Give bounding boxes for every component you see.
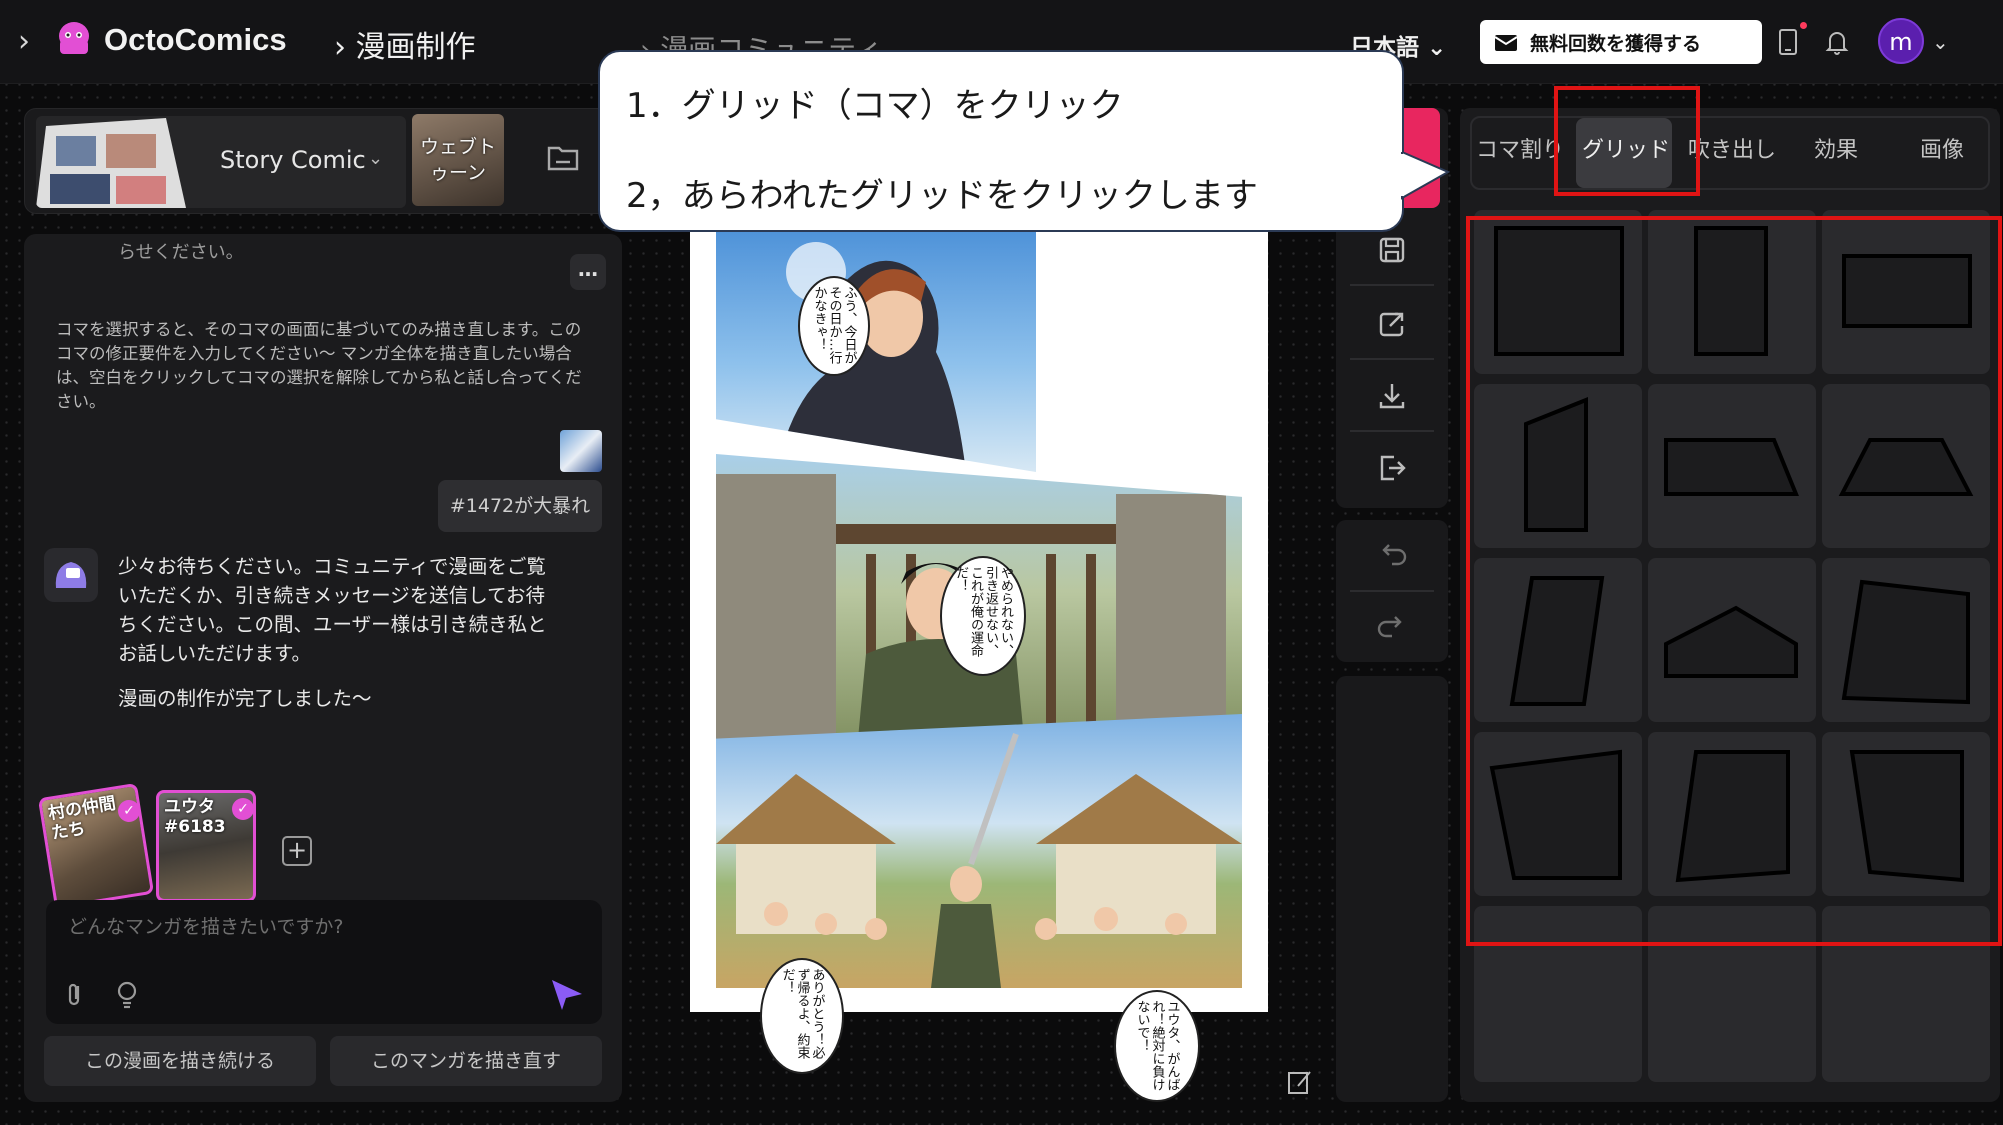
notification-dot <box>1800 22 1807 29</box>
edit-note-icon[interactable] <box>1286 1068 1314 1096</box>
brand-name[interactable]: OctoComics <box>104 22 287 58</box>
paperclip-icon[interactable] <box>64 980 86 1010</box>
breadcrumb-manga-creation[interactable]: › 漫画制作 <box>334 22 476 66</box>
toolbar-empty <box>1336 676 1448 1102</box>
get-free-credits-label: 無料回数を獲得する <box>1530 32 1702 55</box>
comic-panel-3-art <box>716 714 1242 988</box>
tab-speech-bubble[interactable]: 吹き出し <box>1688 132 1776 164</box>
chevron-down-icon: ⌄ <box>368 148 384 169</box>
toolbar-divider <box>1350 284 1434 286</box>
system-message: コマを選択すると、そのコマの画面に基づいてのみ描き直します。このコマの修正要件を… <box>56 320 582 411</box>
instruction-step-2: 2，あらわれたグリッドをクリックします <box>626 176 1258 216</box>
export-icon[interactable] <box>1372 448 1412 488</box>
character-card-villagers[interactable]: 村の仲間たち <box>37 782 155 910</box>
tab-koma-wari[interactable]: コマ割り <box>1476 132 1564 164</box>
account-chevron-icon[interactable]: ⌄ <box>1932 30 1949 54</box>
share-icon[interactable] <box>1372 304 1412 344</box>
chevron-down-icon: ⌄ <box>1427 35 1447 61</box>
save-icon[interactable] <box>1372 230 1412 270</box>
bot-avatar-icon <box>44 548 98 602</box>
redraw-comic-button[interactable]: このマンガを描き直す <box>330 1036 602 1086</box>
highlight-grid-shapes <box>1466 216 2002 946</box>
undo-icon[interactable] <box>1372 534 1412 574</box>
callout-pointer <box>1400 152 1450 200</box>
speech-bubble[interactable]: ユウタ、がんばれ！絶対に負けないで！ <box>1114 990 1200 1102</box>
tab-image[interactable]: 画像 <box>1920 132 1964 164</box>
toolbar-divider <box>1350 358 1434 360</box>
prompt-placeholder: どんなマンガを描きたいですか? <box>68 916 344 938</box>
tab-effects[interactable]: 効果 <box>1814 132 1858 164</box>
get-free-credits-button[interactable]: 無料回数を獲得する <box>1480 20 1762 64</box>
folder-icon[interactable] <box>546 140 580 174</box>
speech-bubble[interactable]: やめられない、引き返せない、これが俺の運命だ！ <box>940 556 1026 676</box>
user-avatar[interactable]: m <box>1878 18 1924 64</box>
redo-icon[interactable] <box>1372 606 1412 646</box>
toolbar-divider <box>1350 590 1434 592</box>
bot-message: 少々お待ちください。コミュニティで漫画をご覧いただくか、引き続きメッセージを送信… <box>118 555 547 665</box>
bell-icon[interactable] <box>1824 28 1850 56</box>
instruction-step-1: 1．グリッド（コマ）をクリック <box>626 86 1124 126</box>
webtoon-label: ウェブトゥーン <box>419 136 496 184</box>
story-comic-label: Story Comic <box>220 146 366 174</box>
user-message-avatar <box>560 430 602 472</box>
user-message-bubble: #1472が大暴れ <box>438 480 602 532</box>
bot-message-complete: 漫画の制作が完了しました～ <box>118 687 372 710</box>
speech-bubble[interactable]: ふう、今日がその日か…行かなきゃ！ <box>798 276 870 376</box>
continue-comic-button[interactable]: この漫画を描き続ける <box>44 1036 316 1086</box>
add-character-button[interactable]: + <box>282 836 312 866</box>
octocomics-logo-icon[interactable] <box>52 18 96 62</box>
sidebar-toggle-icon[interactable]: › <box>18 26 44 58</box>
gift-mail-icon <box>1494 35 1518 51</box>
more-options-button[interactable]: … <box>570 254 606 290</box>
check-icon: ✓ <box>232 798 254 820</box>
check-icon: ✓ <box>118 800 140 822</box>
lightbulb-icon[interactable] <box>114 980 140 1010</box>
mobile-icon[interactable] <box>1776 28 1800 56</box>
speech-bubble[interactable]: ありがとう！必ず帰るよ、約束だ！ <box>760 958 844 1074</box>
toolbar-divider <box>1350 430 1434 432</box>
download-icon[interactable] <box>1372 376 1412 416</box>
highlight-grid-tab <box>1554 86 1700 196</box>
chat-truncated-text: らせください。 <box>118 242 244 263</box>
send-icon[interactable] <box>548 976 586 1014</box>
breadcrumb-current-label: 漫画制作 <box>355 30 476 65</box>
